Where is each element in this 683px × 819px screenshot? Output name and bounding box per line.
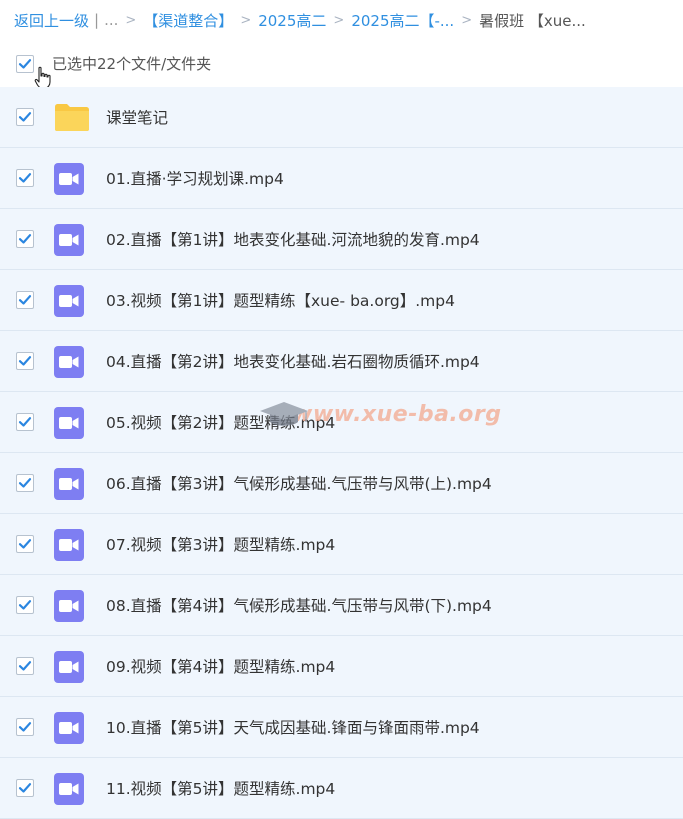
video-file-icon [54, 346, 84, 378]
check-icon [18, 783, 32, 793]
file-checkbox[interactable] [16, 596, 34, 614]
check-icon [18, 600, 32, 610]
check-icon [18, 478, 32, 488]
file-name[interactable]: 课堂笔记 [106, 106, 168, 128]
back-link[interactable]: 返回上一级 [14, 10, 89, 31]
file-row[interactable]: 03.视频【第1讲】题型精练【xue- ba.org】.mp4 [0, 270, 683, 331]
check-icon [18, 661, 32, 671]
breadcrumb-current: 暑假班 【xue... [479, 11, 586, 30]
file-name[interactable]: 06.直播【第3讲】气候形成基础.气压带与风带(上).mp4 [106, 472, 492, 494]
file-name[interactable]: 10.直播【第5讲】天气成因基础.锋面与锋面雨带.mp4 [106, 716, 480, 738]
video-file-icon [54, 163, 84, 195]
file-checkbox[interactable] [16, 779, 34, 797]
file-checkbox[interactable] [16, 413, 34, 431]
file-row[interactable]: 09.视频【第4讲】题型精练.mp4 [0, 636, 683, 697]
video-file-icon [54, 773, 84, 805]
file-checkbox[interactable] [16, 718, 34, 736]
file-row[interactable]: 04.直播【第2讲】地表变化基础.岩石圈物质循环.mp4 [0, 331, 683, 392]
breadcrumb-ellipsis[interactable]: ... [104, 11, 118, 29]
breadcrumb: 返回上一级 | ... > 【渠道整合】 > 2025高二 > 2025高二【-… [14, 9, 586, 31]
video-file-icon [54, 468, 84, 500]
file-name[interactable]: 07.视频【第3讲】题型精练.mp4 [106, 533, 335, 555]
video-file-icon [54, 529, 84, 561]
file-checkbox[interactable] [16, 291, 34, 309]
breadcrumb-item-grade[interactable]: 2025高二 [258, 10, 326, 31]
file-name[interactable]: 01.直播·学习规划课.mp4 [106, 167, 284, 189]
check-icon [18, 234, 32, 244]
video-file-icon [54, 224, 84, 256]
file-row[interactable]: 10.直播【第5讲】天气成因基础.锋面与锋面雨带.mp4 [0, 697, 683, 758]
file-checkbox[interactable] [16, 230, 34, 248]
folder-icon [54, 102, 90, 136]
chevron-right-icon: > [333, 12, 345, 28]
check-icon [18, 59, 32, 69]
breadcrumb-item-channel[interactable]: 【渠道整合】 [143, 10, 233, 31]
file-name[interactable]: 02.直播【第1讲】地表变化基础.河流地貌的发育.mp4 [106, 228, 480, 250]
file-list: 课堂笔记 01.直播·学习规划课.mp4 02.直播【第1讲】地表变化基础.河流地貌… [0, 87, 683, 819]
file-name[interactable]: 05.视频【第2讲】题型精练.mp4 [106, 411, 335, 433]
video-file-icon [54, 651, 84, 683]
file-checkbox[interactable] [16, 169, 34, 187]
chevron-right-icon: > [240, 12, 252, 28]
video-file-icon [54, 590, 84, 622]
selection-count-text: 已选中22个文件/文件夹 [52, 55, 212, 73]
select-all-checkbox[interactable] [16, 55, 34, 73]
breadcrumb-divider: | [94, 11, 100, 29]
file-row[interactable]: 08.直播【第4讲】气候形成基础.气压带与风带(下).mp4 [0, 575, 683, 636]
file-row[interactable]: 07.视频【第3讲】题型精练.mp4 [0, 514, 683, 575]
file-checkbox[interactable] [16, 474, 34, 492]
file-checkbox[interactable] [16, 535, 34, 553]
check-icon [18, 417, 32, 427]
file-row[interactable]: 课堂笔记 [0, 87, 683, 148]
file-checkbox[interactable] [16, 352, 34, 370]
file-name[interactable]: 04.直播【第2讲】地表变化基础.岩石圈物质循环.mp4 [106, 350, 480, 372]
file-checkbox[interactable] [16, 108, 34, 126]
check-icon [18, 112, 32, 122]
check-icon [18, 295, 32, 305]
check-icon [18, 722, 32, 732]
file-checkbox[interactable] [16, 657, 34, 675]
video-file-icon [54, 712, 84, 744]
video-file-icon [54, 407, 84, 439]
file-row[interactable]: 11.视频【第5讲】题型精练.mp4 [0, 758, 683, 819]
chevron-right-icon: > [125, 12, 137, 28]
chevron-right-icon: > [461, 12, 473, 28]
file-row[interactable]: 05.视频【第2讲】题型精练.mp4 [0, 392, 683, 453]
video-file-icon [54, 285, 84, 317]
breadcrumb-item-course[interactable]: 2025高二【-... [351, 10, 454, 31]
check-icon [18, 539, 32, 549]
file-name[interactable]: 09.视频【第4讲】题型精练.mp4 [106, 655, 335, 677]
file-row[interactable]: 01.直播·学习规划课.mp4 [0, 148, 683, 209]
check-icon [18, 356, 32, 366]
file-name[interactable]: 11.视频【第5讲】题型精练.mp4 [106, 777, 335, 799]
check-icon [18, 173, 32, 183]
file-name[interactable]: 03.视频【第1讲】题型精练【xue- ba.org】.mp4 [106, 289, 455, 311]
file-row[interactable]: 06.直播【第3讲】气候形成基础.气压带与风带(上).mp4 [0, 453, 683, 514]
selection-bar: 已选中22个文件/文件夹 [0, 46, 683, 82]
file-name[interactable]: 08.直播【第4讲】气候形成基础.气压带与风带(下).mp4 [106, 594, 492, 616]
file-row[interactable]: 02.直播【第1讲】地表变化基础.河流地貌的发育.mp4 [0, 209, 683, 270]
